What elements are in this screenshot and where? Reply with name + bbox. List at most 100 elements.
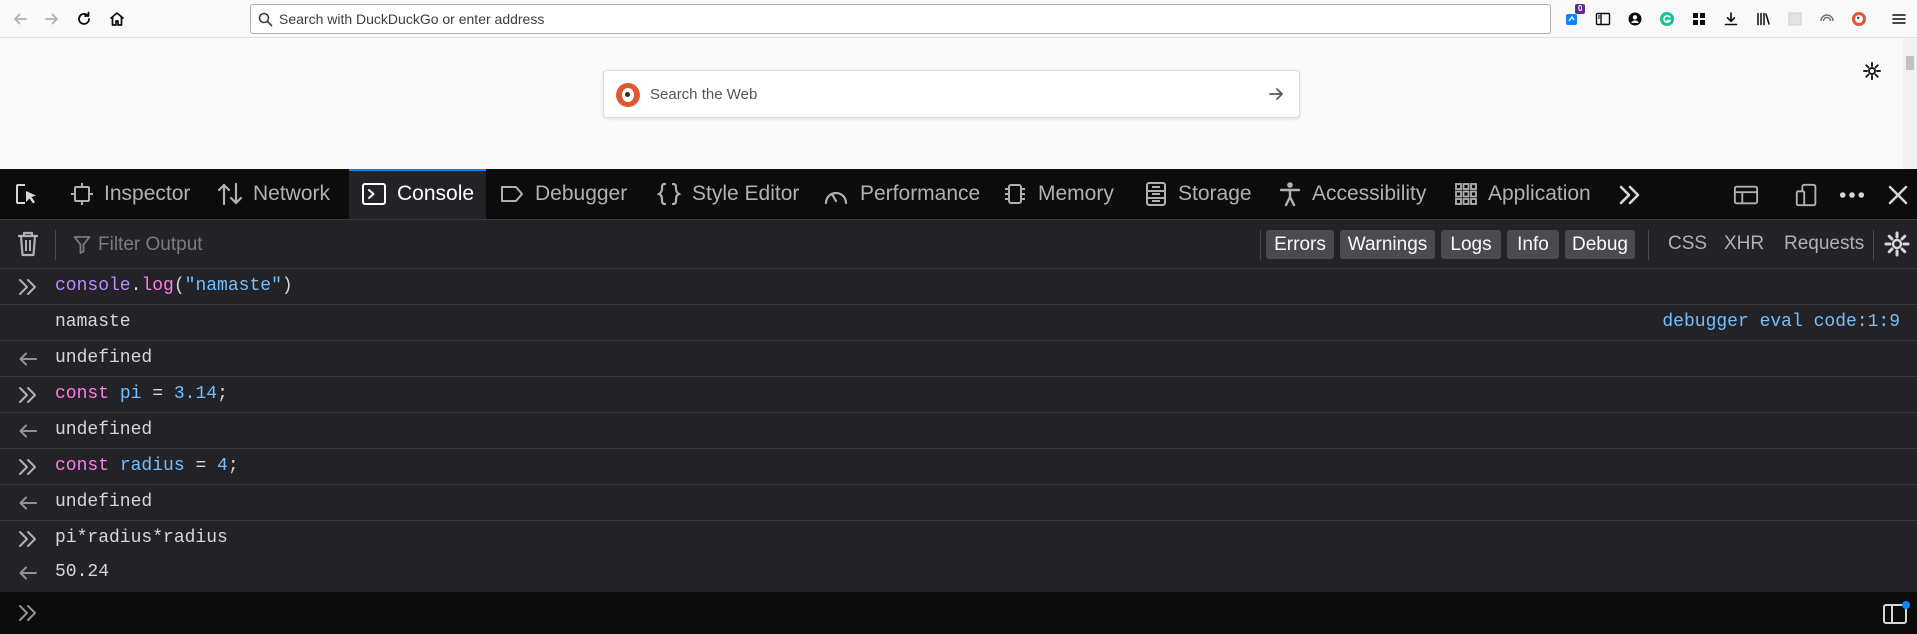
console-input-code: console.log("namaste") [55,276,293,296]
console-command-input[interactable] [55,598,1835,628]
tab-label: Console [397,182,475,205]
clear-console-button[interactable] [15,231,41,257]
tab-memory[interactable]: Memory [1002,169,1124,219]
tab-network[interactable]: Network [217,169,337,219]
duckduckgo-search-box[interactable] [603,70,1300,118]
grammarly-icon [1660,12,1674,26]
console-input-row: pi*radius*radius [0,521,1917,557]
filter-xhr-button[interactable]: XHR [1724,233,1764,255]
devtools-options-button[interactable] [1839,182,1865,208]
toggle-split-console-button[interactable] [1733,182,1759,208]
console-input-code: pi*radius*radius [55,528,228,548]
tab-label: Memory [1038,182,1114,205]
tab-debugger[interactable]: Debugger [499,169,634,219]
account-button[interactable] [1625,9,1645,29]
tab-performance[interactable]: Performance [822,169,987,219]
forward-button[interactable] [38,5,66,33]
console-result-text: undefined [55,420,153,440]
extension-badge: 0 [1575,4,1586,14]
filter-logs-button[interactable]: Logs [1441,230,1501,259]
console-icon [362,183,386,205]
console-result-text: undefined [55,348,153,368]
filter-css-button[interactable]: CSS [1668,233,1707,255]
tab-style-editor[interactable]: Style Editor [656,169,820,219]
input-prompt-icon [19,459,36,475]
menu-button[interactable] [1889,9,1909,29]
home-button[interactable] [103,5,131,33]
console-result-text: 50.24 [55,562,110,582]
tab-console[interactable]: Console [349,169,486,219]
filter-info-button[interactable]: Info [1507,230,1559,259]
reload-icon [78,11,90,25]
downloads-button[interactable] [1721,9,1741,29]
result-arrow-icon [19,424,37,438]
ellipsis-icon [1839,192,1865,198]
page-scrollbar[interactable] [1903,38,1917,169]
grammarly-button[interactable] [1657,9,1677,29]
search-submit-arrow-icon[interactable] [1267,85,1285,103]
container-icon [1788,12,1802,26]
tab-accessibility[interactable]: Accessibility [1278,169,1428,219]
tab-application[interactable]: Application [1454,169,1599,219]
search-icon [258,12,273,27]
extensions-grid-icon [1693,13,1705,25]
responsive-design-button[interactable] [1794,182,1820,208]
console-result-row: undefined [0,341,1917,377]
address-input[interactable] [279,6,1539,32]
tab-label: Application [1488,182,1591,205]
extensions-grid-button[interactable] [1689,9,1709,29]
sidebar-icon [1595,12,1611,26]
result-arrow-icon [19,352,37,366]
storage-icon [1146,182,1166,206]
container-button[interactable] [1785,9,1805,29]
duckduckgo-button[interactable] [1849,9,1869,29]
responsive-design-icon [1795,183,1817,207]
filter-debug-button[interactable]: Debug [1565,230,1635,259]
sync-button[interactable] [1817,9,1837,29]
download-icon [1724,12,1738,26]
console-input-code: const radius = 4; [55,456,239,476]
network-icon [217,182,243,206]
tab-label: Debugger [535,182,628,205]
back-button[interactable] [6,5,34,33]
toolbar-separator [1260,230,1261,260]
element-picker-button[interactable] [14,182,40,208]
console-log-row: namaste debugger eval code:1:9 [0,305,1917,341]
sync-icon [1820,14,1834,22]
tab-storage[interactable]: Storage [1144,169,1254,219]
tab-label: Inspector [104,182,191,205]
console-settings-button[interactable] [1884,231,1910,257]
close-devtools-button[interactable] [1885,182,1911,208]
tab-inspector[interactable]: Inspector [70,169,200,219]
forward-arrow-icon [45,13,58,25]
sidebar-button[interactable] [1593,9,1613,29]
filter-warnings-button[interactable]: Warnings [1340,230,1435,259]
browser-toolbar: 0 [0,0,1917,38]
library-button[interactable] [1753,9,1773,29]
page-scrollbar-thumb[interactable] [1906,56,1914,70]
toolbar-separator [1648,230,1649,260]
console-input-row: const pi = 3.14; [0,377,1917,413]
reload-button[interactable] [70,5,98,33]
page-settings-gear-icon[interactable] [1862,61,1882,81]
inspector-icon [71,183,93,205]
web-page-content [0,38,1917,169]
source-location-link[interactable]: debugger eval code:1:9 [1662,305,1900,340]
devtools-tab-bar: Inspector Network Console Debugger Style… [0,169,1917,220]
application-icon [1455,183,1477,205]
editor-mode-toggle-icon[interactable] [1882,600,1910,626]
console-input-row: console.log("namaste") [0,269,1917,305]
filter-output-input[interactable] [98,231,618,259]
web-search-input[interactable] [650,81,1240,107]
filter-requests-button[interactable]: Requests [1784,233,1864,255]
account-icon [1628,12,1642,26]
console-result-row: 50.24 [0,555,1917,591]
more-tabs-button[interactable] [1617,182,1643,208]
home-icon [109,12,125,26]
input-prompt-icon [19,531,36,547]
filter-errors-button[interactable]: Errors [1266,230,1334,259]
console-input-row: const radius = 4; [0,449,1917,485]
tab-label: Style Editor [692,182,800,205]
address-bar[interactable] [250,4,1551,34]
input-prompt-icon [19,387,36,403]
